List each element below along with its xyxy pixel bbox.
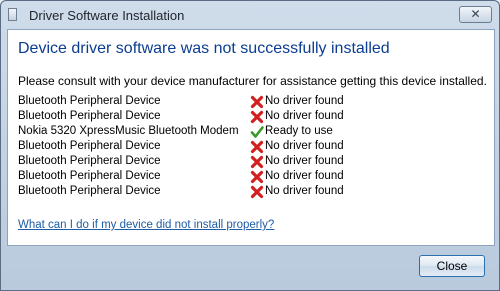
window-close-button[interactable]: ✕ — [459, 6, 492, 23]
error-x-icon — [250, 95, 264, 109]
device-status: No driver found — [265, 110, 344, 122]
document-icon — [8, 8, 17, 21]
close-button[interactable]: Close — [419, 255, 485, 277]
device-name: Bluetooth Peripheral Device — [18, 110, 161, 122]
device-name: Bluetooth Peripheral Device — [18, 95, 161, 107]
device-name: Bluetooth Peripheral Device — [18, 185, 161, 197]
content-panel: Device driver software was not successfu… — [7, 29, 495, 246]
device-status: No driver found — [265, 155, 344, 167]
list-item: Bluetooth Peripheral Device No driver fo… — [18, 170, 478, 185]
device-status: No driver found — [265, 95, 344, 107]
list-item: Bluetooth Peripheral Device No driver fo… — [18, 185, 478, 200]
error-x-icon — [250, 170, 264, 184]
device-status: No driver found — [265, 185, 344, 197]
error-x-icon — [250, 155, 264, 169]
device-status: No driver found — [265, 140, 344, 152]
device-status: Ready to use — [265, 125, 333, 137]
device-name: Nokia 5320 XpressMusic Bluetooth Modem — [18, 125, 239, 137]
device-name: Bluetooth Peripheral Device — [18, 155, 161, 167]
instruction-text: Please consult with your device manufact… — [18, 74, 487, 88]
device-name: Bluetooth Peripheral Device — [18, 140, 161, 152]
device-name: Bluetooth Peripheral Device — [18, 170, 161, 182]
window-title: Driver Software Installation — [29, 8, 185, 23]
error-x-icon — [250, 185, 264, 199]
list-item: Bluetooth Peripheral Device No driver fo… — [18, 155, 478, 170]
list-item: Nokia 5320 XpressMusic Bluetooth Modem R… — [18, 125, 478, 140]
error-x-icon — [250, 110, 264, 124]
title-bar: Driver Software Installation ✕ — [1, 1, 499, 29]
driver-install-dialog: Driver Software Installation ✕ Device dr… — [0, 0, 500, 291]
list-item: Bluetooth Peripheral Device No driver fo… — [18, 110, 478, 125]
check-icon — [250, 126, 264, 138]
list-item: Bluetooth Peripheral Device No driver fo… — [18, 140, 478, 155]
page-title: Device driver software was not successfu… — [18, 40, 390, 57]
help-link[interactable]: What can I do if my device did not insta… — [18, 219, 274, 231]
device-status: No driver found — [265, 170, 344, 182]
list-item: Bluetooth Peripheral Device No driver fo… — [18, 95, 478, 110]
device-list: Bluetooth Peripheral Device No driver fo… — [18, 95, 478, 200]
error-x-icon — [250, 140, 264, 154]
